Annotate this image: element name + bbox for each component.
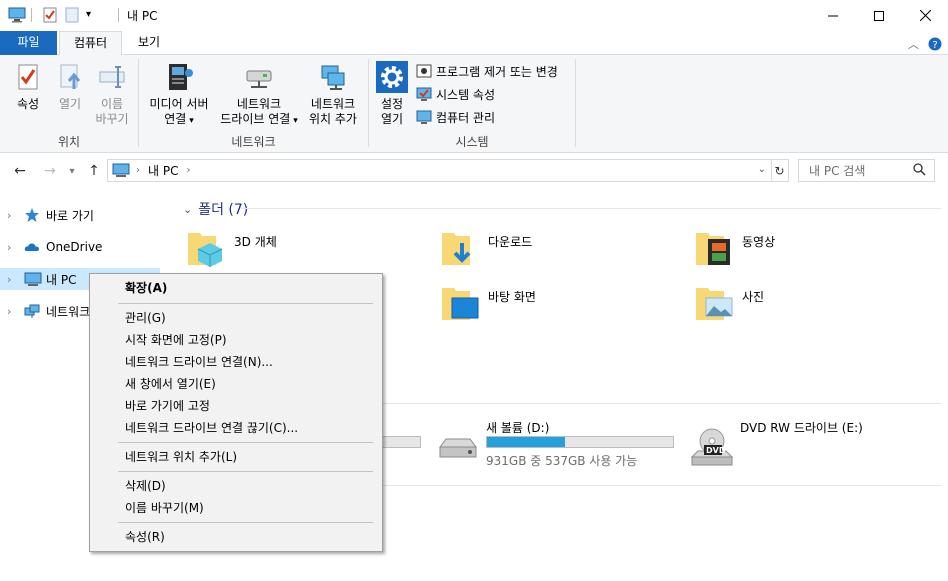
folder-3d-objects[interactable]: 3D 개체 (186, 229, 426, 279)
drive-c-usage-bar-partial (381, 436, 421, 448)
folder-videos[interactable]: 동영상 (694, 229, 934, 279)
expand-chevron-icon[interactable]: › (7, 241, 17, 254)
breadcrumb-chevron-icon[interactable]: › (186, 165, 190, 176)
tab-view[interactable]: 보기 (124, 31, 174, 55)
menu-item-disconnect-network-drive[interactable]: 네트워크 드라이브 연결 끊기(C)... (90, 417, 382, 439)
new-folder-quick-icon[interactable] (65, 7, 79, 26)
nav-item-quick-access[interactable]: › 바로 가기 (0, 204, 160, 226)
expand-chevron-icon[interactable]: › (7, 209, 17, 222)
computer-icon[interactable] (8, 7, 26, 26)
menu-item-properties[interactable]: 속성(R) (90, 526, 382, 548)
close-button[interactable] (902, 0, 948, 31)
drive-d-usage-fill (487, 437, 566, 447)
ribbon: 속성 열기 이름 바꾸기 위치 미디어 서버 연결 ▾ 네트워크 드라이브 연결… (0, 55, 948, 153)
menu-item-open-in-new-window[interactable]: 새 창에서 열기(E) (90, 373, 382, 395)
maximize-button[interactable] (856, 0, 902, 31)
star-icon (24, 207, 40, 223)
search-icon (913, 163, 926, 179)
computer-management-icon (416, 109, 432, 125)
svg-text:?: ? (932, 40, 937, 51)
media-server-icon (163, 61, 195, 93)
search-placeholder: 내 PC 검색 (809, 164, 866, 178)
help-icon[interactable]: ? (928, 37, 942, 54)
gear-icon (376, 61, 408, 93)
menu-item-add-network-location[interactable]: 네트워크 위치 추가(L) (90, 446, 382, 468)
properties-quick-icon[interactable] (42, 7, 58, 26)
computer-icon (24, 271, 42, 287)
group-label-system: 시스템 (455, 135, 489, 149)
collapse-chevron-icon[interactable]: ⌄ (183, 203, 192, 216)
hard-drive-icon (436, 427, 480, 467)
group-label-network: 네트워크 (231, 135, 276, 149)
search-input[interactable]: 내 PC 검색 (798, 159, 935, 182)
refresh-icon: ↻ (774, 163, 785, 178)
open-button[interactable]: 열기 (52, 59, 88, 112)
expand-chevron-icon[interactable]: › (7, 273, 17, 286)
group-label-location: 위치 (57, 135, 81, 149)
folder-desktop[interactable]: 바탕 화면 (440, 284, 680, 334)
window-title: 내 PC (127, 9, 158, 23)
properties-icon (12, 61, 44, 93)
folder-downloads[interactable]: 다운로드 (440, 229, 680, 279)
uninstall-icon (416, 63, 432, 79)
recent-locations-icon[interactable]: ▾ (63, 162, 81, 180)
rename-button[interactable]: 이름 바꾸기 (92, 59, 132, 127)
pictures-folder-icon (694, 284, 734, 324)
map-network-drive-button[interactable]: 네트워크 드라이브 연결 ▾ (215, 59, 303, 129)
folder-pictures[interactable]: 사진 (694, 284, 934, 334)
tab-file[interactable]: 파일 (0, 31, 57, 55)
menu-item-rename[interactable]: 이름 바꾸기(M) (90, 497, 382, 519)
minimize-button[interactable] (810, 0, 856, 31)
network-icon (24, 303, 40, 319)
back-arrow-icon[interactable]: ← (11, 162, 29, 180)
open-settings-button[interactable]: 설정 열기 (372, 59, 412, 127)
menu-item-pin-to-quick-access[interactable]: 바로 가기에 고정 (90, 395, 382, 417)
cloud-icon (24, 239, 40, 255)
rename-icon (96, 61, 128, 93)
open-icon (54, 61, 86, 93)
menu-item-delete[interactable]: 삭제(D) (90, 475, 382, 497)
system-properties-icon (416, 86, 432, 102)
tab-computer[interactable]: 컴퓨터 (59, 31, 122, 56)
uninstall-program-button[interactable]: 프로그램 제거 또는 변경 (416, 61, 558, 81)
context-menu: 확장(A) 관리(G) 시작 화면에 고정(P) 네트워크 드라이브 연결(N)… (89, 273, 383, 552)
menu-item-manage[interactable]: 관리(G) (90, 307, 382, 329)
downloads-folder-icon (440, 229, 480, 269)
address-dropdown-icon[interactable]: ⌄ (758, 164, 766, 175)
address-bar[interactable]: › 내 PC › ⌄ (107, 159, 772, 182)
expand-chevron-icon[interactable]: › (7, 305, 17, 318)
network-drive-icon (243, 61, 275, 93)
menu-item-map-network-drive[interactable]: 네트워크 드라이브 연결(N)... (90, 351, 382, 373)
computer-icon (112, 163, 130, 179)
properties-button[interactable]: 속성 (8, 59, 48, 112)
menu-item-pin-to-start[interactable]: 시작 화면에 고정(P) (90, 329, 382, 351)
drive-d[interactable]: 새 볼륨 (D:) 931GB 중 537GB 사용 가능 (436, 419, 696, 479)
title-bar: ▾ 내 PC (0, 0, 948, 31)
drive-d-usage-bar (486, 436, 674, 448)
media-server-button[interactable]: 미디어 서버 연결 ▾ (143, 59, 215, 129)
videos-folder-icon (694, 229, 734, 269)
add-network-location-button[interactable]: 네트워크 위치 추가 (304, 59, 362, 127)
ribbon-tabs: 파일 컴퓨터 보기 ︿ ? (0, 31, 948, 56)
menu-item-expand[interactable]: 확장(A) (90, 277, 382, 299)
customize-quick-access-icon[interactable]: ▾ (86, 9, 91, 20)
dvd-drive-icon: DVD (690, 427, 734, 467)
3d-objects-folder-icon (186, 229, 226, 269)
folders-group-header[interactable]: ⌄ 폴더 (7) (183, 199, 248, 219)
network-location-icon (317, 61, 349, 93)
nav-item-onedrive[interactable]: › OneDrive (0, 236, 160, 258)
desktop-folder-icon (440, 284, 480, 324)
refresh-button[interactable]: ↻ (771, 159, 789, 182)
collapse-ribbon-icon[interactable]: ︿ (908, 36, 919, 52)
computer-management-button[interactable]: 컴퓨터 관리 (416, 107, 495, 127)
drive-e-dvd[interactable]: DVD DVD RW 드라이브 (E:) (690, 419, 940, 479)
breadcrumb-chevron-icon[interactable]: › (136, 165, 140, 176)
system-properties-button[interactable]: 시스템 속성 (416, 84, 495, 104)
breadcrumb-item[interactable]: 내 PC (148, 162, 178, 179)
up-arrow-icon[interactable]: ↑ (85, 162, 103, 180)
forward-arrow-icon[interactable]: → (41, 162, 59, 180)
